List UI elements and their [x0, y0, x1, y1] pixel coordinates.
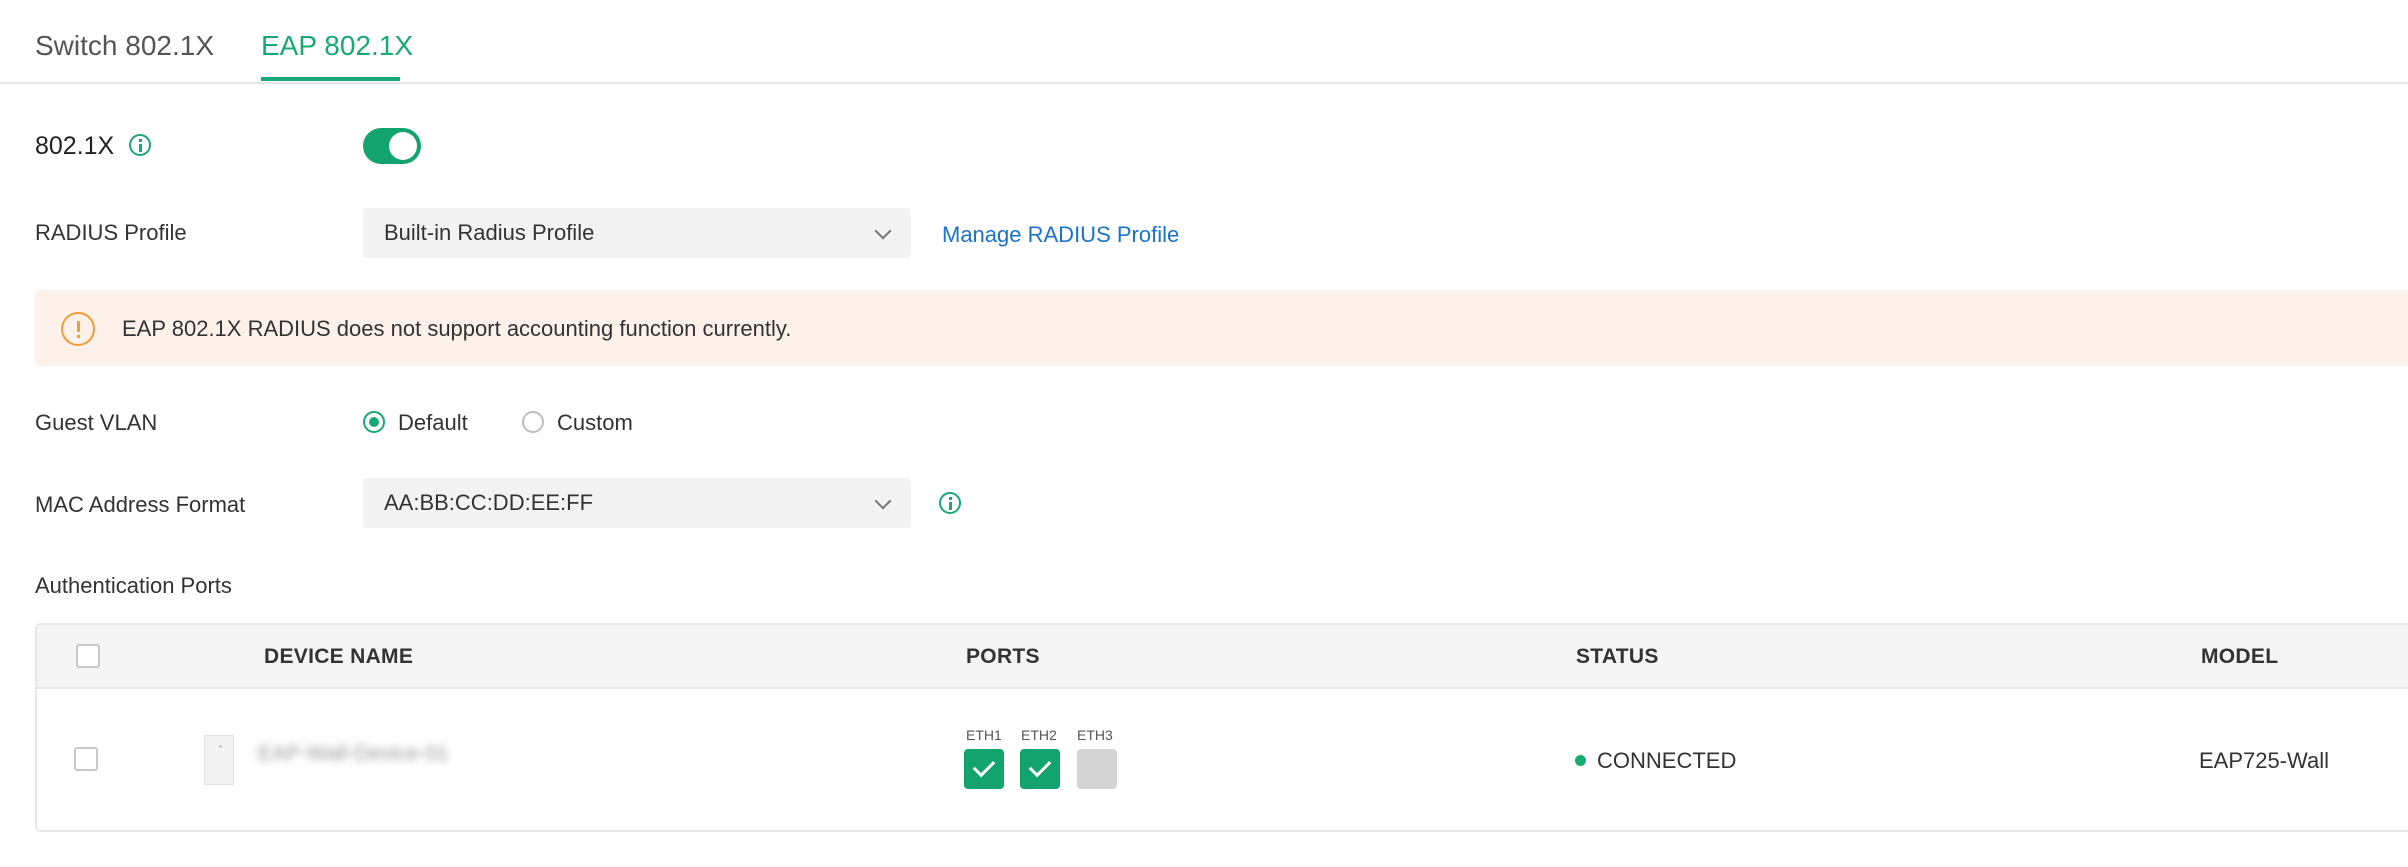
radius-profile-value: Built-in Radius Profile	[384, 220, 595, 245]
chevron-down-icon	[874, 222, 892, 240]
toggle-knob	[389, 132, 417, 160]
port-eth3-checkbox[interactable]	[1077, 749, 1117, 789]
port-eth2-checkbox[interactable]	[1020, 749, 1060, 789]
auth-ports-title: Authentication Ports	[35, 573, 232, 598]
alert-text: EAP 802.1X RADIUS does not support accou…	[122, 316, 792, 341]
tab-eap-8021x[interactable]: EAP 802.1X	[261, 30, 413, 62]
guest-vlan-default-radio[interactable]	[363, 411, 385, 433]
port-eth1-checkbox[interactable]	[964, 749, 1004, 789]
dot1x-label: 802.1X	[35, 132, 115, 160]
tab-bar: Switch 802.1X EAP 802.1X	[0, 0, 2408, 84]
guest-vlan-custom-label[interactable]: Custom	[557, 410, 633, 436]
warning-icon	[61, 312, 95, 346]
port-label-eth3: ETH3	[1077, 727, 1113, 743]
column-header-status[interactable]: STATUS	[1576, 645, 1659, 669]
column-header-ports[interactable]: PORTS	[966, 645, 1040, 669]
chevron-down-icon	[874, 492, 892, 510]
status-dot	[1575, 755, 1586, 766]
model-text: EAP725-Wall	[2199, 748, 2330, 773]
radius-profile-label: RADIUS Profile	[35, 220, 187, 245]
guest-vlan-label: Guest VLAN	[35, 410, 158, 435]
status-text: CONNECTED	[1597, 748, 1737, 773]
tab-switch-8021x[interactable]: Switch 802.1X	[35, 30, 214, 62]
info-icon[interactable]	[129, 134, 151, 156]
select-all-checkbox[interactable]	[76, 644, 100, 668]
dot1x-toggle[interactable]	[363, 128, 421, 164]
port-label-eth1: ETH1	[966, 727, 1002, 743]
manage-radius-profile-link[interactable]: Manage RADIUS Profile	[942, 222, 1179, 248]
table-header: DEVICE NAME PORTS STATUS MODEL	[37, 625, 2408, 689]
accounting-warning-banner: EAP 802.1X RADIUS does not support accou…	[35, 290, 2408, 366]
active-tab-indicator	[261, 77, 400, 81]
row-checkbox[interactable]	[74, 747, 98, 771]
port-label-eth2: ETH2	[1021, 727, 1057, 743]
device-name[interactable]: EAP-Wall-Device-01	[258, 742, 449, 766]
column-header-device-name[interactable]: DEVICE NAME	[264, 645, 413, 669]
column-header-model[interactable]: MODEL	[2201, 645, 2278, 669]
info-icon[interactable]	[939, 492, 961, 514]
auth-ports-table: DEVICE NAME PORTS STATUS MODEL	[35, 623, 2408, 832]
mac-format-value: AA:BB:CC:DD:EE:FF	[384, 490, 594, 515]
mac-format-select[interactable]: AA:BB:CC:DD:EE:FF	[363, 478, 911, 528]
radius-profile-select[interactable]: Built-in Radius Profile	[363, 208, 911, 258]
mac-format-label: MAC Address Format	[35, 492, 246, 517]
device-thumbnail	[204, 735, 234, 785]
guest-vlan-custom-radio[interactable]	[522, 411, 544, 433]
guest-vlan-default-label[interactable]: Default	[398, 410, 468, 436]
